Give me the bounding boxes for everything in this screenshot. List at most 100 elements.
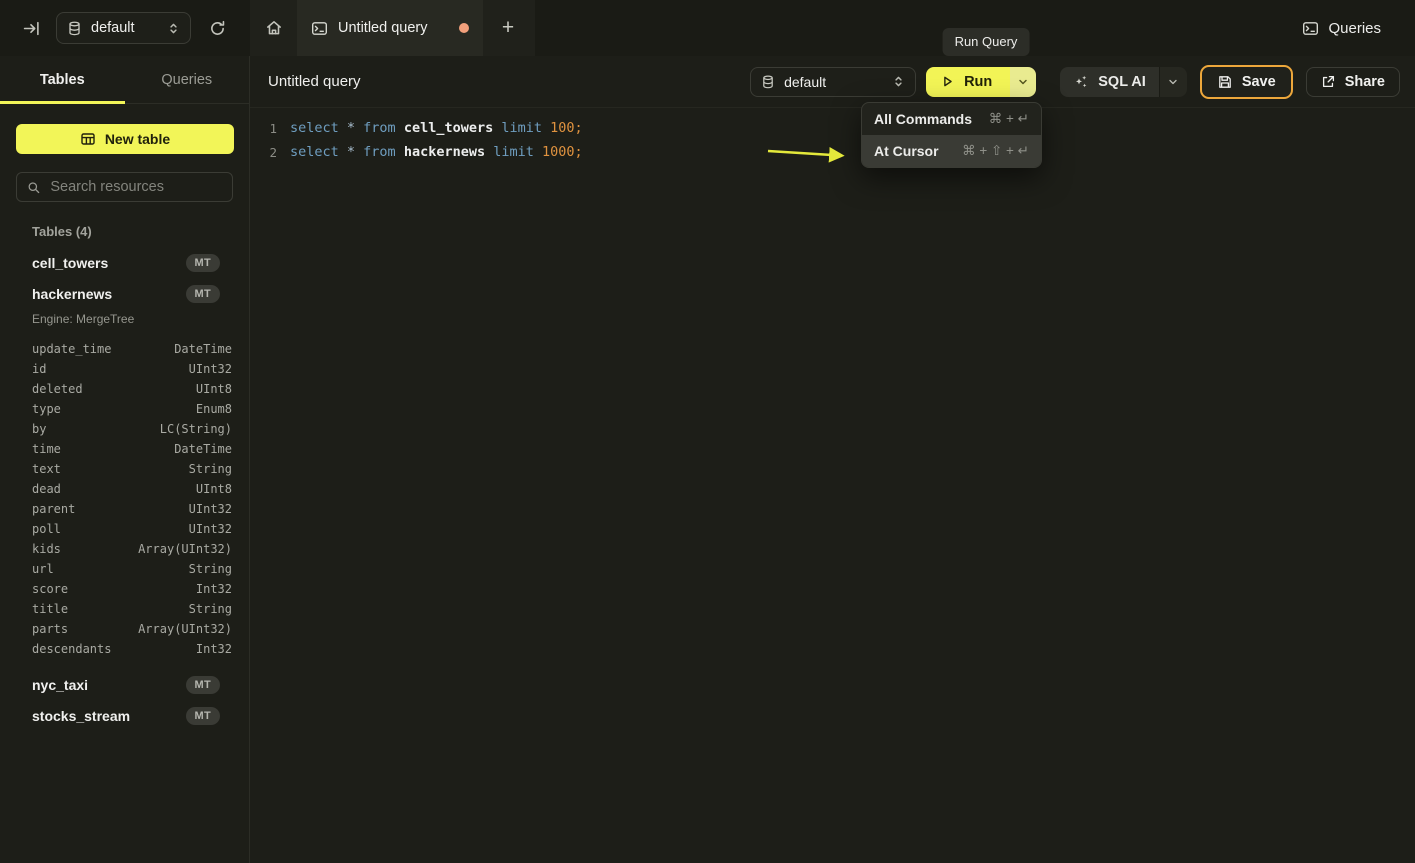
column-name: deleted: [32, 382, 83, 396]
column-row[interactable]: id UInt32: [32, 359, 232, 379]
table-row[interactable]: cell_towers MT: [32, 247, 220, 278]
run-options-button[interactable]: [1010, 67, 1036, 97]
code-token: 1000;: [542, 144, 583, 160]
column-row[interactable]: parent UInt32: [32, 499, 232, 519]
column-type: Array(UInt32): [138, 542, 232, 556]
column-row[interactable]: score Int32: [32, 579, 232, 599]
sql-editor[interactable]: 1 select * from cell_towers limit 100; 2…: [250, 108, 1415, 164]
terminal-icon: [1302, 20, 1319, 37]
column-type: DateTime: [174, 342, 232, 356]
topbar-database-selector[interactable]: default: [56, 12, 191, 44]
sidebar-tab-tables-label: Tables: [40, 72, 85, 88]
new-tab-button[interactable]: +: [483, 0, 533, 56]
save-button[interactable]: Save: [1200, 65, 1293, 99]
sparkles-icon: [1073, 74, 1089, 90]
column-row[interactable]: descendants Int32: [32, 639, 232, 659]
home-icon: [265, 19, 283, 37]
column-row[interactable]: parts Array(UInt32): [32, 619, 232, 639]
toolbar-database-selector[interactable]: default: [750, 67, 916, 97]
line-number: 2: [262, 145, 277, 160]
column-type: Array(UInt32): [138, 622, 232, 636]
column-row[interactable]: by LC(String): [32, 419, 232, 439]
query-title: Untitled query: [268, 73, 361, 90]
column-name: url: [32, 562, 54, 576]
column-type: UInt32: [189, 522, 232, 536]
refresh-icon: [209, 20, 226, 37]
column-type: String: [189, 462, 232, 476]
column-name: text: [32, 462, 61, 476]
column-type: Int32: [196, 642, 232, 656]
chevron-down-icon: [1167, 76, 1179, 88]
tab-strip: Untitled query +: [250, 0, 535, 56]
table-name: cell_towers: [32, 255, 108, 271]
column-name: parent: [32, 502, 75, 516]
sidebar-tab-queries-label: Queries: [161, 72, 212, 88]
column-name: parts: [32, 622, 68, 636]
search-box[interactable]: [16, 172, 233, 202]
select-chevrons-icon: [892, 75, 905, 88]
sidebar-tab-tables[interactable]: Tables: [0, 56, 125, 103]
column-name: poll: [32, 522, 61, 536]
table-row[interactable]: stocks_stream MT: [32, 700, 220, 731]
column-name: type: [32, 402, 61, 416]
editor-line[interactable]: 1 select * from cell_towers limit 100;: [262, 116, 1415, 140]
select-chevrons-icon: [167, 22, 180, 35]
sidebar: Tables Queries New table Tables (4) cell…: [0, 56, 250, 863]
column-row[interactable]: type Enum8: [32, 399, 232, 419]
search-input[interactable]: [48, 178, 222, 196]
run-label: Run: [964, 74, 992, 90]
column-name: by: [32, 422, 46, 436]
column-row[interactable]: kids Array(UInt32): [32, 539, 232, 559]
table-engine-label: Engine: MergeTree: [32, 312, 249, 330]
home-button[interactable]: [250, 0, 297, 56]
sql-ai-options-button[interactable]: [1159, 67, 1187, 97]
database-icon: [67, 21, 82, 36]
search-icon: [27, 180, 40, 195]
column-row[interactable]: title String: [32, 599, 232, 619]
run-query-tooltip: Run Query: [943, 28, 1030, 56]
run-menu-item[interactable]: All Commands ⌘ + ↵: [862, 103, 1041, 135]
share-button[interactable]: Share: [1306, 67, 1400, 97]
code-token: 100;: [550, 120, 583, 136]
code-token: from: [363, 144, 404, 160]
run-menu-item[interactable]: At Cursor ⌘ + ⇧ + ↵: [862, 135, 1041, 167]
line-number: 1: [262, 121, 277, 136]
table-row[interactable]: hackernews MT: [32, 278, 220, 309]
code-token: limit: [493, 144, 542, 160]
run-button[interactable]: Run: [926, 67, 1010, 97]
code-token: from: [363, 120, 404, 136]
line-code: select * from cell_towers limit 100;: [290, 120, 583, 136]
column-row[interactable]: deleted UInt8: [32, 379, 232, 399]
column-name: dead: [32, 482, 61, 496]
column-row[interactable]: time DateTime: [32, 439, 232, 459]
column-row[interactable]: dead UInt8: [32, 479, 232, 499]
column-row[interactable]: text String: [32, 459, 232, 479]
editor-line[interactable]: 2 select * from hackernews limit 1000;: [262, 140, 1415, 164]
table-name: hackernews: [32, 286, 112, 302]
sidebar-tabs: Tables Queries: [0, 56, 249, 104]
code-token: hackernews: [404, 144, 493, 160]
refresh-button[interactable]: [204, 15, 230, 41]
table-name: nyc_taxi: [32, 677, 88, 693]
main-panel: Untitled query default Run: [250, 56, 1415, 863]
new-table-label: New table: [105, 131, 170, 147]
column-row[interactable]: update_time DateTime: [32, 339, 232, 359]
collapse-sidebar-button[interactable]: [18, 15, 44, 41]
tab-untitled-query[interactable]: Untitled query: [297, 0, 483, 56]
column-row[interactable]: poll UInt32: [32, 519, 232, 539]
queries-panel-button[interactable]: Queries: [1296, 0, 1387, 56]
column-name: kids: [32, 542, 61, 556]
run-split-button: Run: [926, 67, 1036, 97]
table-name: stocks_stream: [32, 708, 130, 724]
share-icon: [1321, 74, 1336, 89]
new-table-button[interactable]: New table: [16, 124, 234, 154]
sidebar-tab-queries[interactable]: Queries: [125, 56, 250, 103]
tab-title: Untitled query: [338, 20, 427, 36]
table-row[interactable]: nyc_taxi MT: [32, 669, 220, 700]
table-icon: [80, 131, 96, 147]
column-type: String: [189, 602, 232, 616]
query-toolbar: Untitled query default Run: [250, 56, 1415, 108]
column-row[interactable]: url String: [32, 559, 232, 579]
sql-ai-button[interactable]: SQL AI: [1060, 67, 1159, 97]
column-type: Int32: [196, 582, 232, 596]
